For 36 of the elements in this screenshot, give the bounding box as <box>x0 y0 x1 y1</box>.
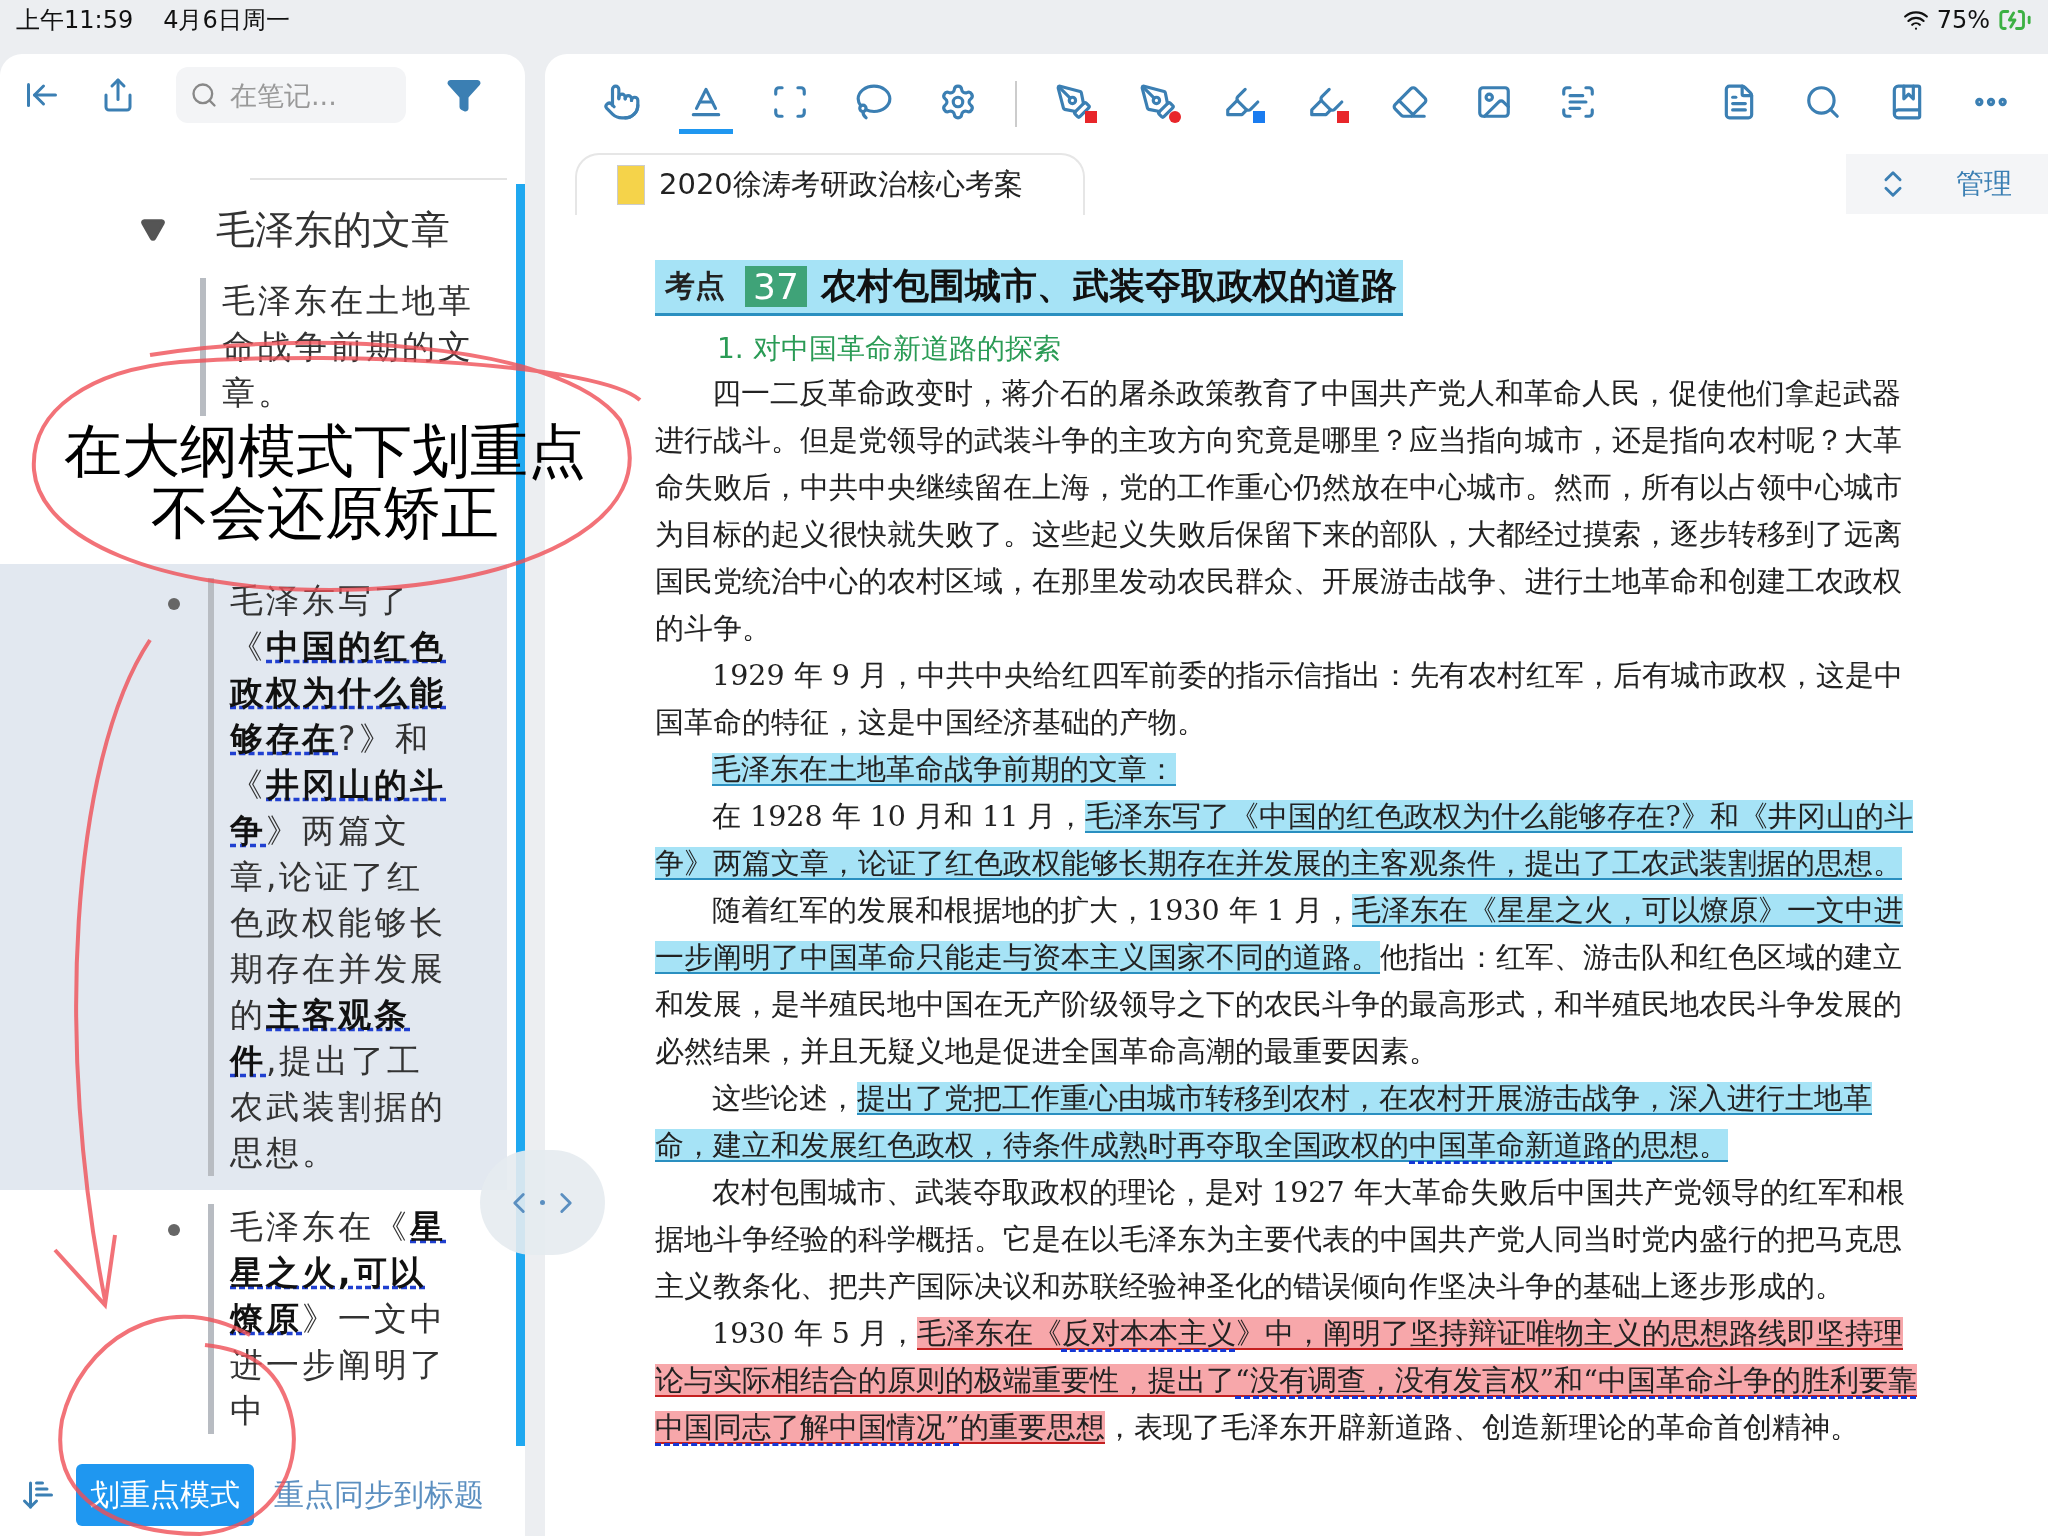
book-cover-thumbnail <box>617 165 645 205</box>
paragraph: 这些论述，提出了党把工作重心由城市转移到农村，在农村开展游击战争，深入进行土地革命，建立和发展红色政权，待条件成熟时再夺取全国政权的中国革命新道路的思想。 <box>655 1081 1873 1164</box>
document-tab[interactable]: 2020徐涛考研政治核心考案 <box>575 153 1085 215</box>
pen-icon <box>1139 82 1177 121</box>
battery-percent: 75% <box>1936 6 1990 34</box>
paragraph: 1930 年 5 月，毛泽东在《反对本本主义》中，阐明了坚持辩证唯物主义的思想路线即坚持理论与实际相结合的原则的极端重要性，提出了“没有调查，没有发言权”和“中国革命斗争的胜利要靠中国同志了解中国情况”的重要思想，表现了毛泽东开辟新道路、创造新理论的革命首创精神。 <box>655 1316 1917 1446</box>
outline-node[interactable]: 毛泽东在《星星之火,可以燎原》一文中进一步阐明了中 <box>0 1190 507 1448</box>
heading-label: 考点 <box>664 267 726 305</box>
document-title: 2020徐涛考研政治核心考案 <box>659 166 1023 203</box>
lasso-icon <box>855 82 893 121</box>
paragraph: 随着红军的发展和根据地的扩大，1930 年 1 月，毛泽东在《星星之火，可以燎原》一文中进一步阐明了中国革命只能走与资本主义国家不同的道路。他指出：红军、游击队和红色区域的建立和发展，是半殖民地中国在无产阶级领导之下的农民斗争的最高形式，和半殖民地农民斗争发展的必然结果，并且无疑义地是促进全国革命高潮的最重要因素。 <box>655 893 1904 1070</box>
more-icon <box>1972 96 2010 107</box>
status-date: 4月6日周一 <box>163 5 290 36</box>
bullet <box>168 598 180 610</box>
node-text: 毛泽东写了《中国的红色政权为什么能够存在?》和《井冈山的斗争》两篇文章,论证了红色政权能够长期存在并发展的主客观条件,提出了工农武装割据的思想。 <box>230 580 447 1174</box>
search-icon <box>190 81 218 109</box>
heading-title: 农村包围城市、武装夺取政权的道路 <box>820 263 1397 308</box>
node-text: 毛泽东在《星星之火,可以燎原》一文中进一步阐明了中 <box>230 1206 447 1432</box>
handwritten-note: 不会还原矫正 <box>151 482 499 544</box>
paragraph: 农村包围城市、武装夺取政权的理论，是对 1927 年大革命失败后中国共产党领导的红军和根据地斗争经验的科学概括。它是在以毛泽东为主要代表的中国共产党人同当时党内盛行的把马克思主义教条化、把共产国际决议和苏联经验神圣化的错误倾向作坚决斗争的基础上逐步形成的。 <box>655 1175 1906 1305</box>
selected-outline-node[interactable]: 毛泽东写了《中国的红色政权为什么能够存在?》和《井冈山的斗争》两篇文章,论证了红色政权能够长期存在并发展的主客观条件,提出了工农武装割据的思想。 <box>0 564 507 1190</box>
status-time: 上午11:59 <box>16 5 134 36</box>
paragraph: 四一二反革命政变时，蒋介石的屠杀政策教育了中国共产党人和革命人民，促使他们拿起武器进行战斗。但是党领导的武装斗争的主攻方向究竟是哪里？应当指向城市，还是指向农村呢？大革命失败后，中共中央继续留在上海，党的工作重心仍然放在中心城市。然而，所有以占领中心城市为目标的起义很快就失败了。这些起义失败后保留下来的部队，大都经过摸索，逐步转移到了远离国民党统治中心的农村区域，在那里发动农民群众、开展游击战争、进行土地革命和创建工农政权的斗争。 <box>655 376 1903 647</box>
pen-icon <box>1055 82 1093 121</box>
hand-pointer-icon <box>603 82 641 121</box>
paragraph: 毛泽东在土地革命战争前期的文章： <box>711 752 1177 788</box>
outline-title[interactable]: 毛泽东的文章 <box>216 203 450 257</box>
filter-icon[interactable] <box>446 77 482 113</box>
search-field[interactable]: 在笔记... <box>176 67 406 123</box>
disclosure-triangle-icon[interactable] <box>140 217 166 243</box>
settings-icon <box>939 82 977 121</box>
paragraph: 1929 年 9 月，中共中央给红四军前委的指示信指出：先有农村红军，后有城市政权，这是中国革命的特征，这是中国经济基础的产物。 <box>655 658 1904 741</box>
paragraph: 在 1928 年 10 月和 11 月，毛泽东写了《中国的红色政权为什么能够存在?》和《井冈山的斗争》两篇文章，论证了红色政权能够长期存在并发展的主客观条件，提出了工农武装割据的思想。 <box>655 799 1914 882</box>
heading-number: 37 <box>745 266 807 307</box>
bullet <box>168 1224 180 1236</box>
subheading: 1. 对中国革命新道路的探索 <box>717 331 1062 367</box>
